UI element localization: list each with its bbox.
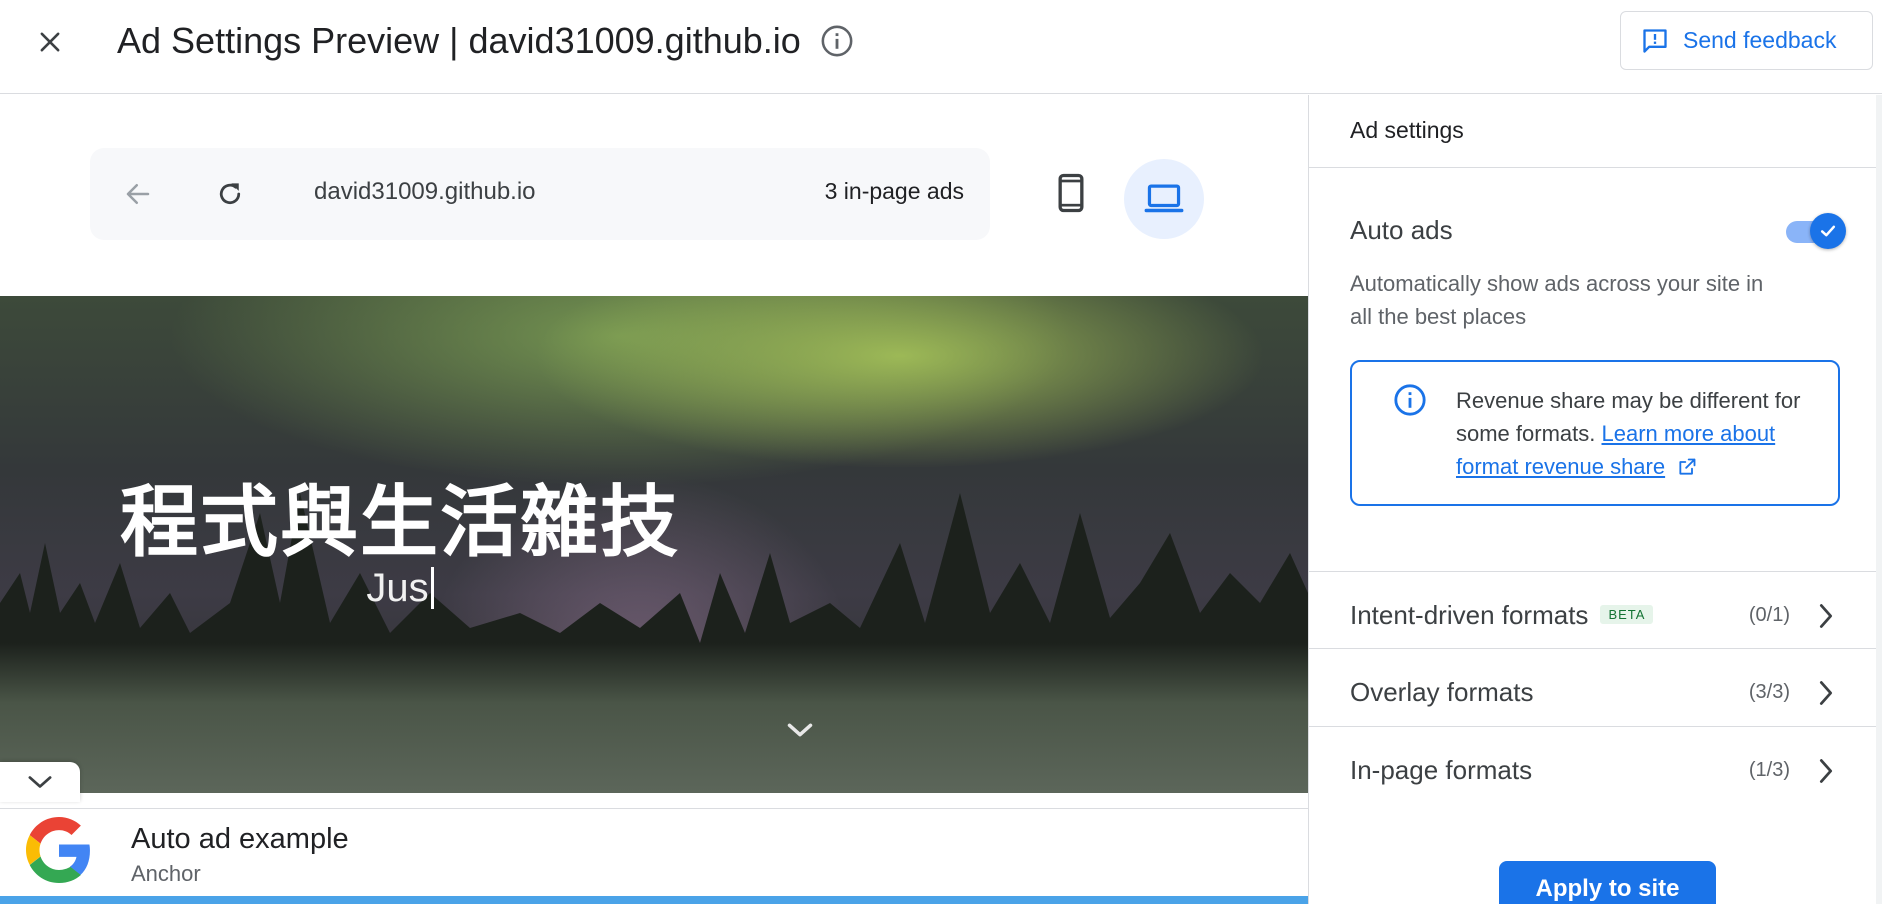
typing-caret: [430, 567, 434, 609]
top-bar: Ad Settings Preview | david31009.github.…: [0, 0, 1882, 94]
site-preview: david31009.github.io 3 in-page ads 程式與生活…: [0, 95, 1308, 904]
toggle-knob: [1810, 213, 1846, 249]
hero-subtitle-text: Jus: [366, 566, 429, 610]
panel-title: Ad settings: [1350, 117, 1464, 143]
chevron-down-icon: [28, 776, 52, 788]
chevron-right-icon: [1810, 677, 1842, 709]
laptop-icon: [1144, 184, 1184, 213]
chevron-down-icon: [787, 723, 813, 737]
panel-header: Ad settings: [1309, 95, 1882, 168]
revenue-share-text: Revenue share may be different for some …: [1456, 384, 1826, 483]
format-label-text: Intent-driven formats: [1350, 600, 1589, 630]
format-count: (0/1): [1748, 604, 1790, 626]
format-label: In-page formats: [1350, 755, 1533, 785]
ad-settings-panel: Ad settings Auto ads Automatically show …: [1308, 95, 1882, 904]
auto-ads-toggle[interactable]: [1780, 213, 1846, 249]
smartphone-icon: [1058, 173, 1084, 213]
beta-badge: BETA: [1600, 605, 1654, 624]
auto-ads-label: Auto ads: [1350, 215, 1453, 245]
format-label: Intent-driven formats BETA: [1350, 600, 1654, 631]
snowy-ground: [0, 643, 1308, 793]
send-feedback-label: Send feedback: [1683, 27, 1837, 53]
anchor-collapse-button[interactable]: [0, 762, 80, 802]
send-feedback-button[interactable]: Send feedback: [1620, 11, 1873, 70]
anchor-ad[interactable]: Auto ad example Anchor: [0, 808, 1308, 904]
back-button[interactable]: [116, 172, 160, 216]
chevron-right-icon: [1810, 755, 1842, 787]
preview-url: david31009.github.io: [314, 178, 536, 205]
page-title: Ad Settings Preview | david31009.github.…: [117, 20, 801, 61]
chevron-right-icon: [1810, 600, 1842, 632]
apply-to-site-button[interactable]: Apply to site: [1499, 861, 1716, 904]
anchor-ad-title: Auto ad example: [131, 823, 349, 855]
info-icon: [1392, 382, 1428, 418]
format-count: (3/3): [1748, 681, 1790, 703]
open-in-new-icon: [1679, 458, 1696, 475]
in-page-ad-count: 3 in-page ads: [824, 178, 964, 204]
reload-icon: [219, 183, 241, 205]
close-icon: [40, 32, 60, 52]
mobile-view-button[interactable]: [1048, 165, 1094, 221]
hero-subtitle: Jus: [0, 566, 1200, 611]
desktop-view-button[interactable]: [1124, 159, 1204, 239]
check-icon: [1820, 225, 1836, 237]
preview-browser-bar: david31009.github.io 3 in-page ads: [90, 148, 990, 240]
revenue-share-notice: Revenue share may be different for some …: [1350, 360, 1840, 506]
reload-button[interactable]: [208, 172, 252, 216]
anchor-ad-subtitle: Anchor: [131, 861, 201, 886]
format-count: (1/3): [1748, 759, 1790, 781]
auto-ads-description: Automatically show ads across your site …: [1350, 271, 1764, 329]
panel-scrollbar[interactable]: [1876, 95, 1882, 904]
feedback-icon: [1643, 28, 1667, 53]
scroll-down-button[interactable]: [784, 714, 816, 746]
close-button[interactable]: [28, 20, 72, 64]
in-page-formats-row[interactable]: In-page formats (1/3): [1309, 726, 1882, 819]
site-hero-image: 程式與生活雜技 Jus: [0, 296, 1308, 793]
info-icon: [821, 25, 853, 57]
format-label: Overlay formats: [1350, 677, 1534, 707]
google-logo-icon: [26, 817, 90, 883]
anchor-ad-accent-bar: [0, 896, 1308, 904]
title-info-button[interactable]: [818, 22, 856, 60]
arrow-back-icon: [126, 184, 150, 204]
hero-title: 程式與生活雜技: [119, 478, 680, 566]
